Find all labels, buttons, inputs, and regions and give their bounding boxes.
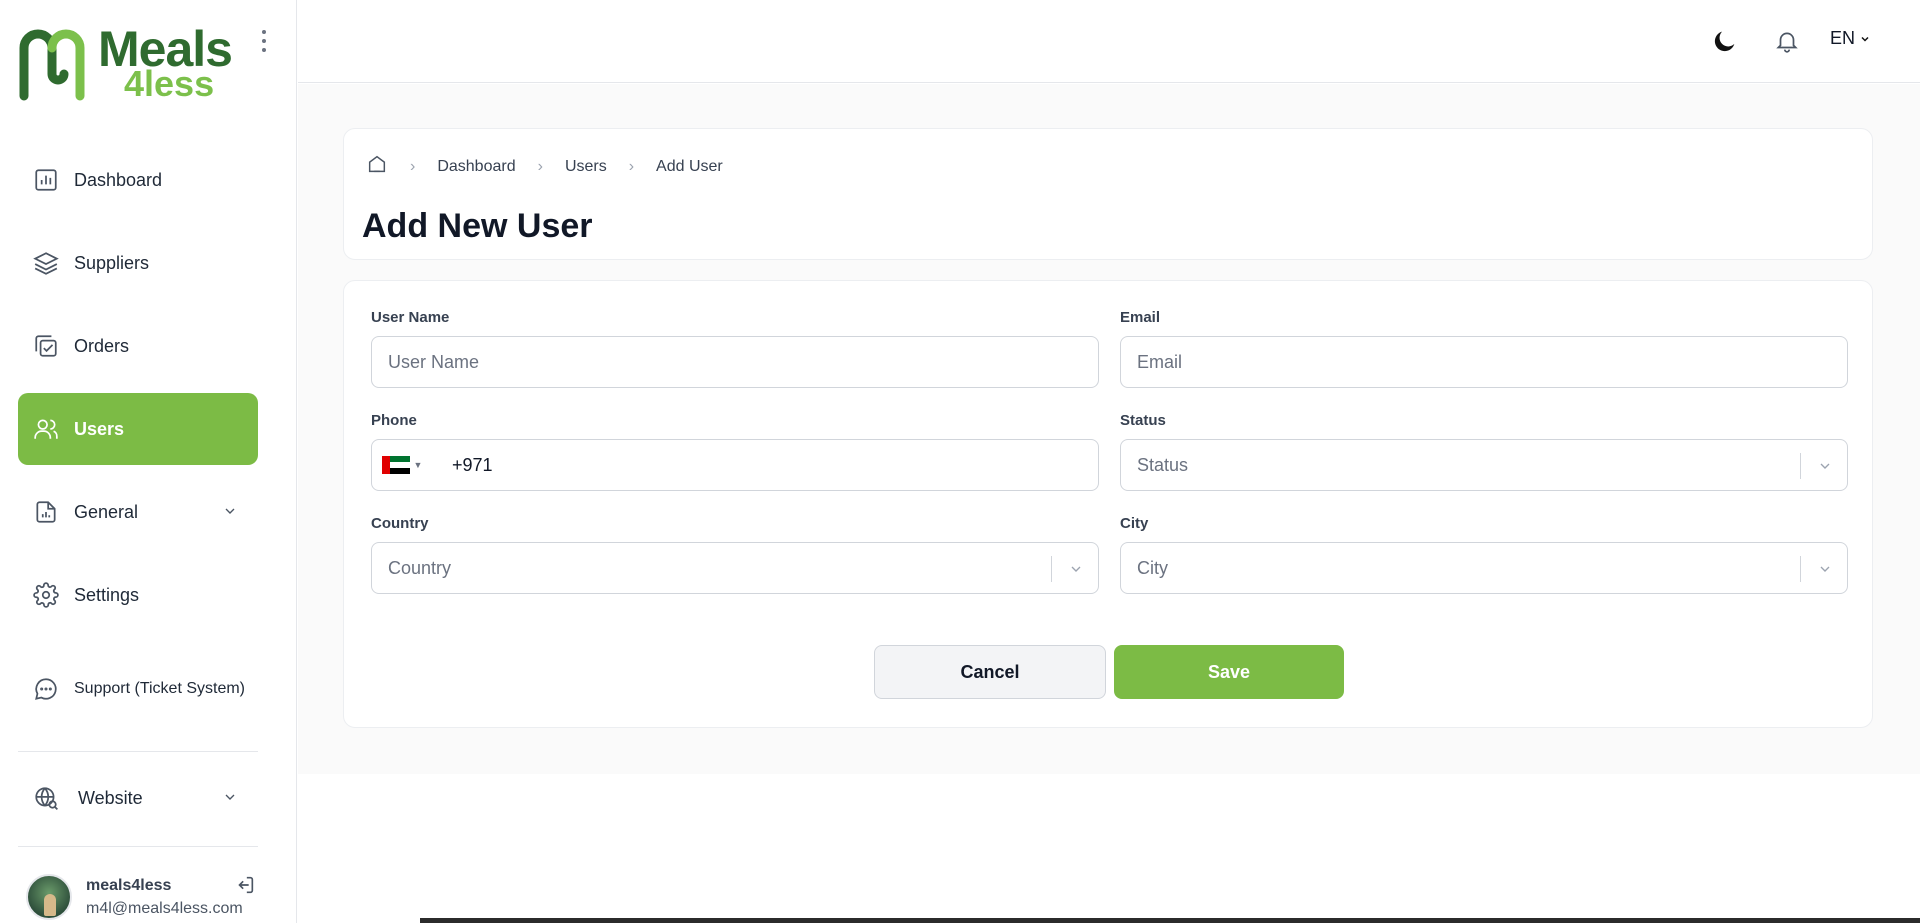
topbar: EN	[298, 0, 1920, 83]
main-content: › Dashboard › Users › Add User Add New U…	[298, 84, 1920, 774]
sidebar-item-label: Dashboard	[74, 169, 163, 190]
sidebar-item-users[interactable]: Users	[18, 393, 258, 465]
sidebar-divider	[18, 751, 258, 752]
username-field-group: User Name	[371, 309, 1099, 388]
layers-icon	[32, 249, 60, 277]
globe-search-icon	[32, 784, 60, 812]
brand-logo[interactable]: Meals 4less	[16, 22, 233, 104]
phone-label: Phone	[371, 412, 417, 429]
country-select[interactable]: Country	[371, 542, 1099, 594]
sidebar-item-label: Settings	[74, 584, 140, 605]
breadcrumb: › Dashboard › Users › Add User	[366, 153, 723, 180]
breadcrumb-dashboard[interactable]: Dashboard	[437, 158, 515, 176]
chevron-down-icon	[1068, 561, 1084, 577]
add-user-form: User Name Email Phone ▼ Status	[343, 280, 1873, 728]
email-label: Email	[1120, 309, 1161, 326]
phone-field: ▼	[371, 439, 1099, 491]
sidebar-item-label: General	[74, 501, 139, 522]
sidebar-item-suppliers[interactable]: Suppliers	[18, 227, 258, 299]
sidebar-menu-button[interactable]	[258, 30, 270, 52]
users-icon	[32, 415, 60, 443]
status-placeholder: Status	[1137, 454, 1189, 475]
meals4less-logo-icon	[19, 29, 85, 101]
select-separator	[1051, 556, 1052, 582]
checklist-icon	[32, 332, 60, 360]
user-profile: meals4less m4l@meals4less.com	[26, 872, 266, 922]
chevron-down-icon	[1817, 561, 1833, 577]
status-select[interactable]: Status	[1120, 439, 1848, 491]
chevron-down-icon	[222, 789, 238, 805]
breadcrumb-separator-icon: ›	[628, 157, 635, 175]
page-header-card: › Dashboard › Users › Add User Add New U…	[343, 128, 1873, 260]
sidebar: Meals 4less Dashboard Suppliers Orders U…	[0, 0, 297, 923]
chevron-down-icon	[1817, 458, 1833, 474]
breadcrumb-separator-icon: ›	[537, 157, 543, 175]
report-icon	[32, 498, 60, 526]
dark-mode-toggle-icon[interactable]	[1710, 26, 1740, 56]
sidebar-item-settings[interactable]: Settings	[18, 559, 258, 631]
breadcrumb-users[interactable]: Users	[565, 158, 607, 176]
logo-word-4less: 4less	[124, 63, 215, 104]
user-name: meals4less	[86, 877, 172, 894]
city-field-group: City City	[1120, 515, 1848, 594]
avatar[interactable]	[26, 874, 72, 920]
uae-flag-icon	[381, 456, 410, 474]
city-placeholder: City	[1137, 557, 1168, 578]
select-separator	[1800, 453, 1801, 479]
save-button[interactable]: Save	[1114, 645, 1344, 699]
sidebar-item-label: Users	[74, 418, 125, 439]
country-field-group: Country Country	[371, 515, 1099, 594]
country-label: Country	[371, 515, 429, 532]
status-field-group: Status Status	[1120, 412, 1848, 491]
status-label: Status	[1120, 412, 1166, 429]
sidebar-item-label: Suppliers	[74, 252, 150, 273]
home-icon[interactable]	[366, 153, 388, 180]
cancel-button[interactable]: Cancel	[874, 645, 1106, 699]
chat-icon	[32, 675, 60, 703]
country-code-selector[interactable]: ▼	[372, 440, 432, 490]
city-select[interactable]: City	[1120, 542, 1848, 594]
sidebar-item-dashboard[interactable]: Dashboard	[18, 144, 258, 216]
breadcrumb-separator-icon: ›	[410, 157, 416, 175]
bar-chart-icon	[32, 166, 60, 194]
sidebar-item-label: Website	[78, 787, 143, 808]
chevron-down-icon	[222, 503, 238, 519]
username-input[interactable]	[371, 336, 1099, 388]
sidebar-item-label: Orders	[74, 335, 130, 356]
city-label: City	[1120, 515, 1149, 532]
horizontal-scrollbar[interactable]	[420, 918, 1920, 923]
language-selector[interactable]: EN	[1830, 28, 1871, 49]
phone-field-group: Phone ▼	[371, 412, 1099, 491]
email-input[interactable]	[1120, 336, 1848, 388]
sidebar-item-label: Support (Ticket System)	[74, 680, 246, 697]
sidebar-divider	[18, 846, 258, 847]
language-label: EN	[1830, 28, 1856, 48]
sidebar-item-website[interactable]: Website	[18, 762, 258, 834]
notification-bell-icon[interactable]	[1772, 26, 1802, 56]
chevron-down-icon: ▼	[413, 460, 423, 470]
phone-input[interactable]	[452, 445, 1072, 485]
email-field-group: Email	[1120, 309, 1848, 388]
sidebar-item-support[interactable]: Support (Ticket System)	[18, 653, 258, 725]
sidebar-item-orders[interactable]: Orders	[18, 310, 258, 382]
logout-icon[interactable]	[234, 874, 258, 898]
chevron-down-icon	[1861, 36, 1869, 42]
page-title: Add New User	[362, 207, 593, 245]
breadcrumb-add-user: Add User	[656, 157, 723, 175]
country-placeholder: Country	[388, 557, 452, 578]
sidebar-item-general[interactable]: General	[18, 476, 258, 548]
user-email: m4l@meals4less.com	[86, 900, 243, 917]
gear-icon	[32, 581, 60, 609]
select-separator	[1800, 556, 1801, 582]
username-label: User Name	[371, 309, 450, 326]
